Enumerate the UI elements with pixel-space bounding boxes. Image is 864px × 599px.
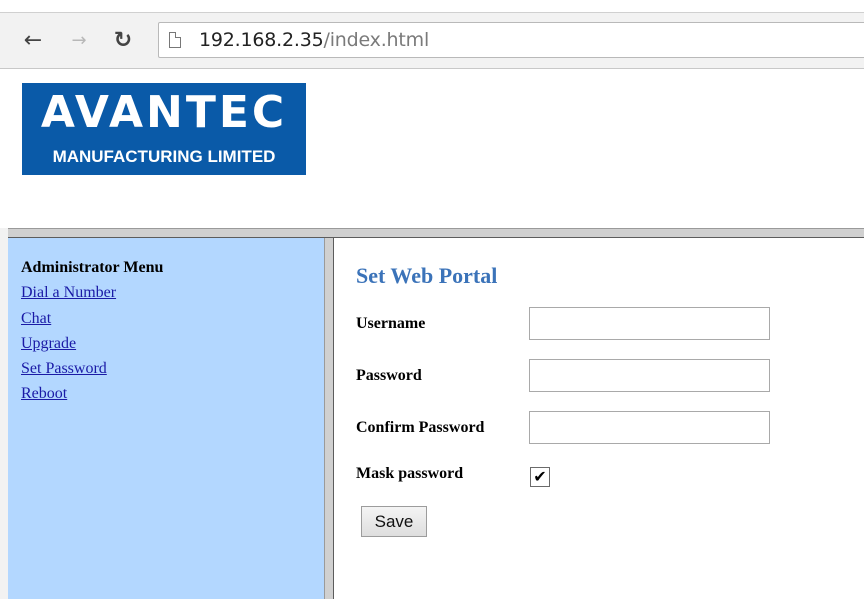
menu-link-dial-a-number[interactable]: Dial a Number — [21, 284, 116, 302]
menu-link-chat[interactable]: Chat — [21, 310, 51, 328]
mask-password-label: Mask password — [356, 465, 464, 482]
username-label: Username — [356, 315, 426, 332]
menu-link-upgrade[interactable]: Upgrade — [21, 335, 76, 353]
save-button[interactable]: Save — [361, 506, 427, 537]
confirm-password-label: Confirm Password — [356, 419, 485, 436]
menu-link-set-password[interactable]: Set Password — [21, 360, 107, 378]
avantec-logo: AVANTEC MANUFACTURING LIMITED — [22, 83, 306, 175]
menu-link-reboot[interactable]: Reboot — [21, 385, 67, 403]
frame-border-vertical[interactable] — [324, 238, 334, 599]
page-title: Set Web Portal — [356, 263, 498, 288]
frame-left-edge — [0, 228, 8, 599]
url-path: /index.html — [323, 29, 430, 51]
confirm-password-field[interactable] — [529, 411, 770, 444]
password-label: Password — [356, 367, 422, 384]
logo-brand: AVANTEC — [40, 87, 288, 138]
logo-subtitle: MANUFACTURING LIMITED — [52, 147, 276, 166]
menu-title: Administrator Menu — [21, 259, 164, 276]
url-text: 192.168.2.35/index.html — [199, 29, 429, 51]
username-field[interactable] — [529, 307, 770, 340]
admin-sidebar: Administrator Menu Dial a Number Chat Up… — [8, 238, 324, 599]
address-bar[interactable]: 192.168.2.35/index.html — [158, 22, 864, 58]
mask-password-checkbox[interactable]: ✔ — [530, 467, 550, 487]
content-frame: Set Web Portal Username Password Confirm… — [334, 238, 864, 599]
forward-arrow-icon[interactable]: → — [66, 26, 92, 54]
checkmark-icon: ✔ — [533, 467, 547, 486]
browser-toolbar: ← → ↻ 192.168.2.35/index.html — [0, 0, 864, 69]
url-host: 192.168.2.35 — [199, 29, 324, 51]
frame-border-horizontal[interactable] — [8, 228, 864, 238]
tab-strip — [0, 0, 864, 13]
back-arrow-icon[interactable]: ← — [20, 26, 46, 54]
page-icon — [169, 32, 181, 48]
reload-icon[interactable]: ↻ — [110, 26, 136, 54]
password-field[interactable] — [529, 359, 770, 392]
